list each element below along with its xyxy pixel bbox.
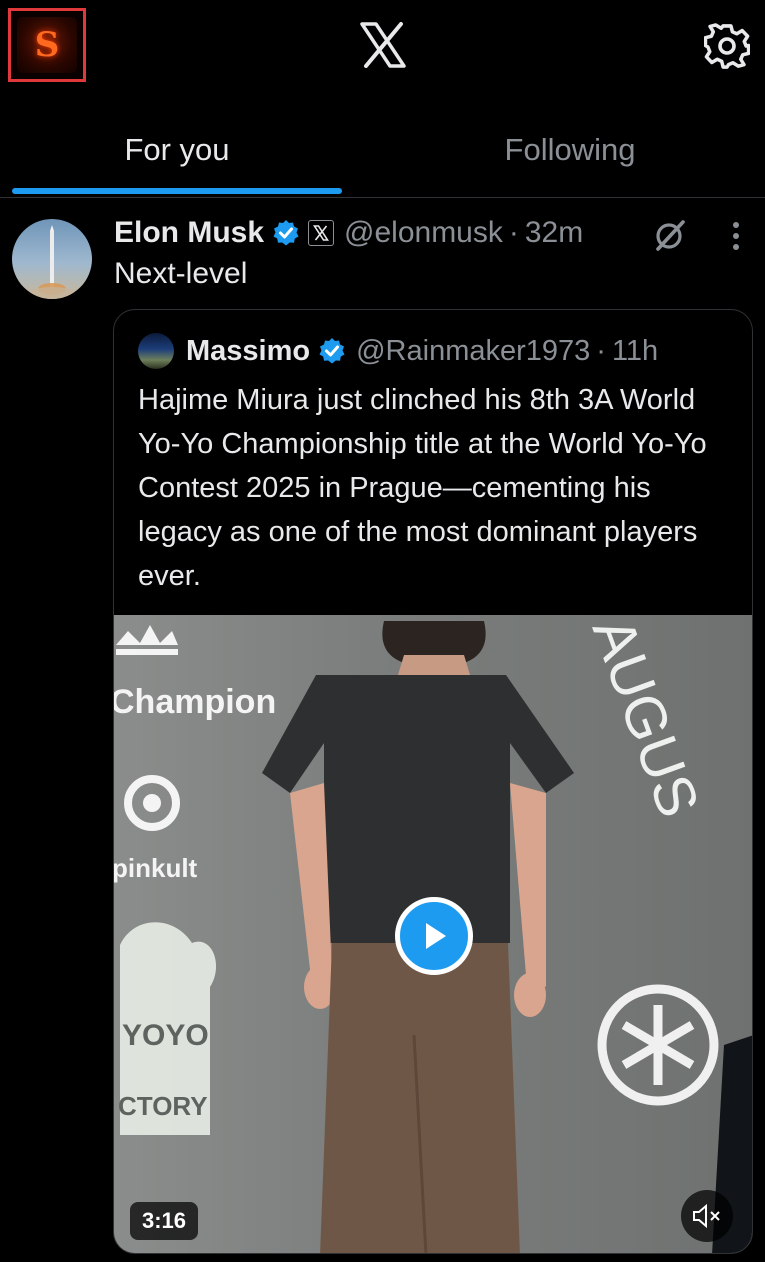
quoted-post[interactable]: Massimo @Rainmaker1973 · 11h Hajime Miur… [113, 309, 753, 1254]
post-header: Elon Musk @elonmusk · 32m [114, 213, 583, 253]
affiliate-badge-icon[interactable] [308, 220, 335, 246]
backdrop-augus-text: AUGUS [580, 615, 712, 825]
video-duration: 3:16 [130, 1202, 199, 1240]
tab-label: For you [124, 132, 230, 167]
play-icon [426, 923, 446, 949]
x-mini-icon [313, 225, 329, 241]
tab-following[interactable]: Following [405, 110, 735, 198]
tab-label: Following [504, 132, 636, 167]
backdrop-ctory-text: CTORY [118, 1091, 208, 1121]
top-bar: S [0, 0, 765, 100]
quoted-author-name: Massimo [186, 334, 311, 367]
author-handle[interactable]: @elonmusk [344, 216, 503, 250]
post-text: Next-level [114, 257, 248, 290]
timeline-tabs: For you Following [0, 110, 765, 198]
rocket-launch-image [30, 225, 74, 299]
backdrop-champion-text: Champion [114, 683, 276, 721]
quoted-post-time: 11h [611, 334, 659, 367]
profile-avatar: S [17, 17, 77, 73]
profile-avatar-button[interactable]: S [8, 8, 86, 82]
separator-dot: · [508, 216, 519, 249]
verified-badge-icon [273, 220, 299, 246]
backdrop-yoyo-text: YOYO [122, 1019, 209, 1052]
quoted-post-header: Massimo @Rainmaker1973 · 11h [138, 332, 658, 370]
verified-badge-icon [319, 338, 345, 364]
more-options-icon[interactable] [722, 219, 750, 253]
x-logo-icon[interactable] [359, 22, 407, 68]
author-avatar[interactable] [12, 219, 92, 299]
quoted-post-text: Hajime Miura just clinched his 8th 3A Wo… [138, 384, 707, 592]
gear-icon[interactable] [704, 23, 750, 69]
profile-initial: S [34, 25, 60, 65]
active-tab-indicator [12, 188, 342, 194]
backdrop-pinkult-text: pinkult [114, 853, 198, 883]
play-button[interactable] [395, 897, 473, 975]
post-time[interactable]: 32m [525, 216, 583, 250]
grok-icon[interactable] [652, 217, 688, 253]
quoted-author-avatar [138, 333, 174, 369]
mute-button[interactable] [681, 1190, 733, 1242]
video-player[interactable]: Champion pinkult YOYO CTORY AUGUS 3:16 [114, 615, 752, 1253]
post[interactable]: Elon Musk @elonmusk · 32m Next-level Mas… [0, 199, 765, 1262]
speaker-muted-icon [693, 1203, 720, 1229]
author-name[interactable]: Elon Musk [114, 216, 264, 250]
tab-for-you[interactable]: For you [12, 110, 342, 198]
separator-dot: · [596, 334, 606, 367]
quoted-author-handle: @Rainmaker1973 [356, 334, 591, 367]
